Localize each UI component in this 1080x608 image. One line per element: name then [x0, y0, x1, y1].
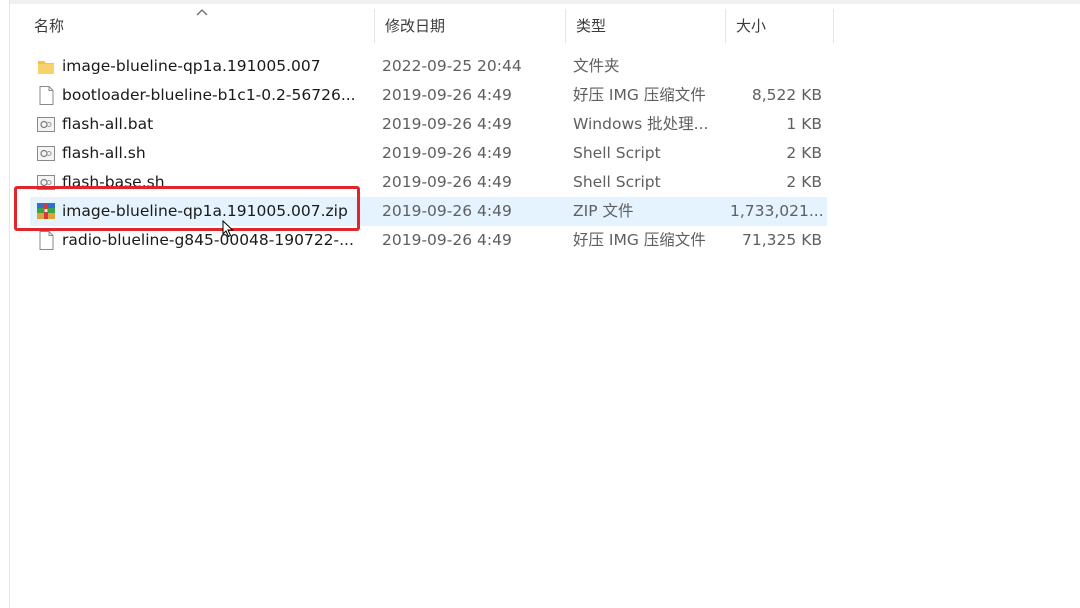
- file-icon: [39, 86, 54, 105]
- file-row[interactable]: bootloader-blueline-b1c1-0.2-56726... 20…: [30, 81, 827, 110]
- file-type: Windows 批处理...: [573, 115, 709, 133]
- window-top-edge: [0, 0, 1080, 4]
- file-name: flash-all.sh: [62, 144, 146, 162]
- file-date-modified: 2022-09-25 20:44: [382, 57, 522, 75]
- file-type: 文件夹: [573, 57, 620, 75]
- file-size: 8,522 KB: [751, 86, 822, 104]
- file-size: [730, 52, 822, 81]
- script-file-icon: [37, 117, 55, 132]
- file-date-modified: 2019-09-26 4:49: [382, 202, 512, 220]
- file-row[interactable]: image-blueline-qp1a.191005.007 2022-09-2…: [30, 52, 827, 81]
- file-date-modified: 2019-09-26 4:49: [382, 231, 512, 249]
- column-header-bar: 名称 修改日期 类型 大小: [24, 9, 834, 43]
- file-date-modified: 2019-09-26 4:49: [382, 115, 512, 133]
- script-file-icon: [37, 146, 55, 161]
- file-size: 2 KB: [786, 144, 822, 162]
- file-name: flash-all.bat: [62, 115, 154, 133]
- file-size: 1,733,021...: [730, 202, 822, 220]
- file-date-modified: 2019-09-26 4:49: [382, 173, 512, 191]
- column-header-name[interactable]: 名称: [24, 9, 375, 43]
- file-name: image-blueline-qp1a.191005.007: [62, 57, 321, 75]
- folder-icon: [38, 61, 54, 74]
- file-size: 2 KB: [786, 173, 822, 191]
- column-header-date-modified[interactable]: 修改日期: [375, 9, 566, 43]
- file-size: 71,325 KB: [742, 231, 822, 249]
- mouse-pointer-icon: [222, 220, 234, 238]
- navigation-pane-edge: [0, 0, 10, 608]
- file-date-modified: 2019-09-26 4:49: [382, 144, 512, 162]
- file-type: Shell Script: [573, 173, 661, 191]
- red-highlight-box: [14, 186, 360, 231]
- file-type: ZIP 文件: [573, 202, 634, 220]
- column-header-size[interactable]: 大小: [726, 9, 834, 43]
- file-date-modified: 2019-09-26 4:49: [382, 86, 512, 104]
- file-row[interactable]: flash-all.sh 2019-09-26 4:49 Shell Scrip…: [30, 139, 827, 168]
- file-type: 好压 IMG 压缩文件: [573, 86, 706, 104]
- file-type: Shell Script: [573, 144, 661, 162]
- file-name: bootloader-blueline-b1c1-0.2-56726...: [62, 86, 356, 104]
- file-type: 好压 IMG 压缩文件: [573, 231, 706, 249]
- column-header-type[interactable]: 类型: [566, 9, 726, 43]
- file-size: 1 KB: [786, 115, 822, 133]
- file-icon: [39, 231, 54, 250]
- file-row[interactable]: flash-all.bat 2019-09-26 4:49 Windows 批处…: [30, 110, 827, 139]
